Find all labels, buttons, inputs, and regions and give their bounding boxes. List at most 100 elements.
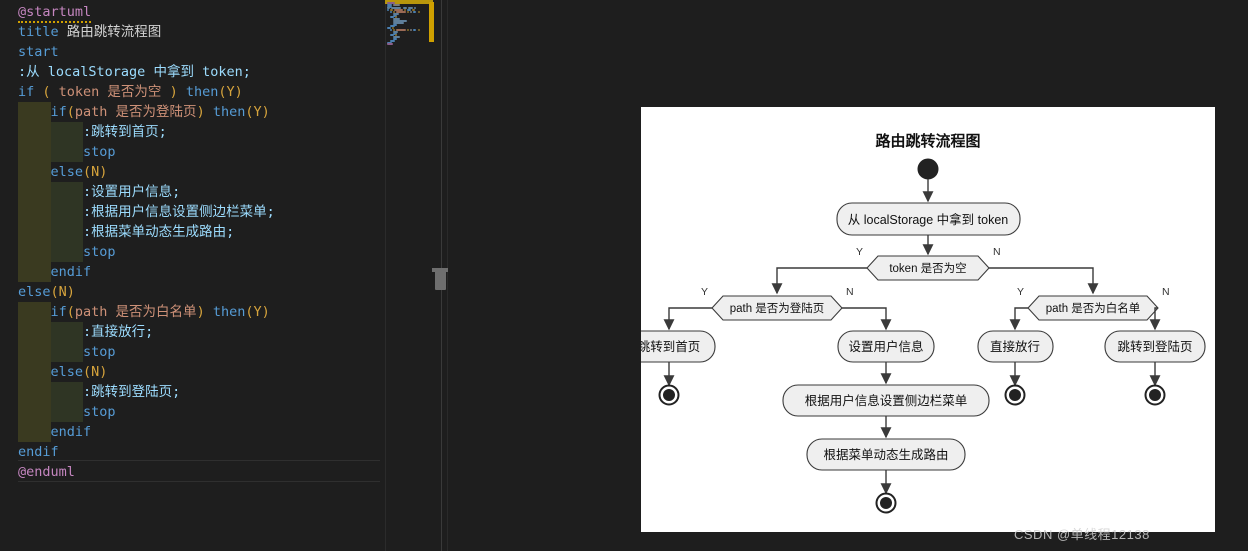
- code-line[interactable]: :直接放行;: [0, 322, 403, 342]
- code-text-area[interactable]: @startuml title 路由跳转流程图 start:从 localStora…: [0, 0, 385, 551]
- code-token: (Y): [245, 104, 270, 120]
- code-token: if: [18, 84, 35, 100]
- code-line[interactable]: if(path 是否为白名单) then(Y): [0, 302, 403, 322]
- minimap-line: [406, 11, 409, 13]
- code-line[interactable]: @startuml: [0, 2, 403, 23]
- code-token: endif: [50, 264, 92, 280]
- code-line[interactable]: endif: [0, 442, 403, 462]
- code-token: token: [202, 64, 243, 80]
- code-token: (N): [83, 364, 108, 380]
- code-token: stop: [83, 244, 116, 260]
- code-token: :跳转到首页;: [83, 124, 167, 140]
- code-token: ): [196, 104, 205, 120]
- code-token: else: [50, 364, 84, 380]
- minimap-line: [409, 11, 412, 13]
- code-line[interactable]: stop: [0, 142, 403, 162]
- code-token: endif: [50, 424, 92, 440]
- code-token: (N): [83, 164, 108, 180]
- code-token: token 是否为空: [58, 84, 162, 100]
- decision-d1-label: token 是否为空: [889, 261, 966, 275]
- code-token: path 是否为白名单: [74, 304, 197, 320]
- code-token: then: [185, 84, 219, 100]
- code-token: localStorage: [47, 64, 146, 80]
- vertical-scrollbar-thumb[interactable]: [435, 268, 446, 290]
- code-token: title: [18, 24, 59, 40]
- activity-a3-label: 设置用户信息: [848, 339, 923, 354]
- decision-d3-yes-label: Y: [1017, 286, 1024, 298]
- minimap-slider[interactable]: [429, 2, 434, 42]
- decision-d2-yes-label: Y: [701, 286, 708, 298]
- minimap-line: [412, 29, 417, 31]
- minimap-line: [409, 29, 412, 31]
- code-line[interactable]: :从 localStorage 中拿到 token;: [0, 62, 403, 82]
- end-node-4-inner: [1149, 389, 1161, 401]
- plantuml-code-editor[interactable]: @startuml title 路由跳转流程图 start:从 localStora…: [0, 0, 448, 551]
- code-token: path 是否为登陆页: [74, 104, 197, 120]
- code-line[interactable]: :跳转到登陆页;: [0, 382, 403, 402]
- code-token: :直接放行;: [83, 324, 154, 340]
- minimap-line: [417, 11, 421, 13]
- code-line[interactable]: stop: [0, 402, 403, 422]
- code-token: if: [50, 104, 67, 120]
- code-line[interactable]: else(N): [0, 162, 403, 182]
- code-token: (: [34, 84, 59, 100]
- code-token: 中拿到: [145, 64, 203, 80]
- code-line[interactable]: :跳转到首页;: [0, 122, 403, 142]
- code-token: ): [196, 304, 205, 320]
- code-line[interactable]: :设置用户信息;: [0, 182, 403, 202]
- code-line[interactable]: :根据菜单动态生成路由;: [0, 222, 403, 242]
- code-token: 路由跳转流程图: [58, 24, 162, 40]
- activity-a1-label: 从 localStorage 中拿到 token: [848, 212, 1009, 227]
- activity-a6-label: 直接放行: [990, 339, 1040, 354]
- code-token: :从: [18, 64, 48, 80]
- edge-d3-yes: [1009, 307, 1028, 331]
- code-token: (Y): [245, 304, 270, 320]
- code-line[interactable]: else(N): [0, 362, 403, 382]
- code-line[interactable]: stop: [0, 342, 403, 362]
- code-line[interactable]: stop: [0, 242, 403, 262]
- code-line[interactable]: endif: [0, 262, 403, 282]
- edge-d2-no: [842, 307, 892, 331]
- activity-diagram: 路由跳转流程图 从 localStorage 中拿到 token token 是…: [641, 132, 1206, 514]
- code-token: stop: [83, 144, 116, 160]
- diagram-title: 路由跳转流程图: [875, 132, 980, 150]
- code-line[interactable]: if ( token 是否为空 ) then(Y): [0, 82, 403, 102]
- activity-a5-label: 根据菜单动态生成路由: [823, 447, 948, 462]
- code-line[interactable]: title 路由跳转流程图: [0, 22, 403, 42]
- end-node-3-inner: [1009, 389, 1021, 401]
- diagram-preview-panel[interactable]: 路由跳转流程图 从 localStorage 中拿到 token token 是…: [641, 107, 1215, 532]
- code-token: then: [212, 304, 246, 320]
- end-node-1-inner: [663, 389, 675, 401]
- activity-a2-label: 跳转到首页: [641, 339, 700, 354]
- activity-a7-label: 跳转到登陆页: [1117, 339, 1192, 354]
- code-token: endif: [18, 444, 59, 460]
- code-line[interactable]: endif: [0, 422, 403, 442]
- csdn-watermark: CSDN @单线程12138: [1014, 527, 1150, 542]
- code-line[interactable]: start: [0, 42, 403, 62]
- edge-d2-yes: [663, 307, 712, 331]
- code-token: ;: [242, 64, 251, 80]
- code-line[interactable]: if(path 是否为登陆页) then(Y): [0, 102, 403, 122]
- code-token: @enduml: [18, 464, 75, 480]
- code-token: :设置用户信息;: [83, 184, 181, 200]
- code-token: ): [161, 84, 186, 100]
- code-token: (: [66, 104, 75, 120]
- code-line[interactable]: else(N): [0, 282, 403, 302]
- code-line[interactable]: :根据用户信息设置侧边栏菜单;: [0, 202, 403, 222]
- edge-d3-no: [1149, 307, 1161, 331]
- code-token: (Y): [218, 84, 243, 100]
- decision-d3-label: path 是否为白名单: [1046, 301, 1141, 315]
- code-token: @startuml: [18, 4, 92, 23]
- minimap-line: [412, 11, 417, 13]
- minimap-line: [406, 29, 409, 31]
- code-token: if: [50, 304, 67, 320]
- code-token: (N): [50, 284, 75, 300]
- decision-d1-yes-label: Y: [856, 246, 863, 258]
- end-node-2-inner: [880, 497, 892, 509]
- start-node-icon: [917, 158, 939, 180]
- code-line[interactable]: @enduml: [0, 462, 403, 482]
- decision-d2-label: path 是否为登陆页: [730, 301, 825, 315]
- code-token: stop: [83, 404, 116, 420]
- code-token: then: [212, 104, 246, 120]
